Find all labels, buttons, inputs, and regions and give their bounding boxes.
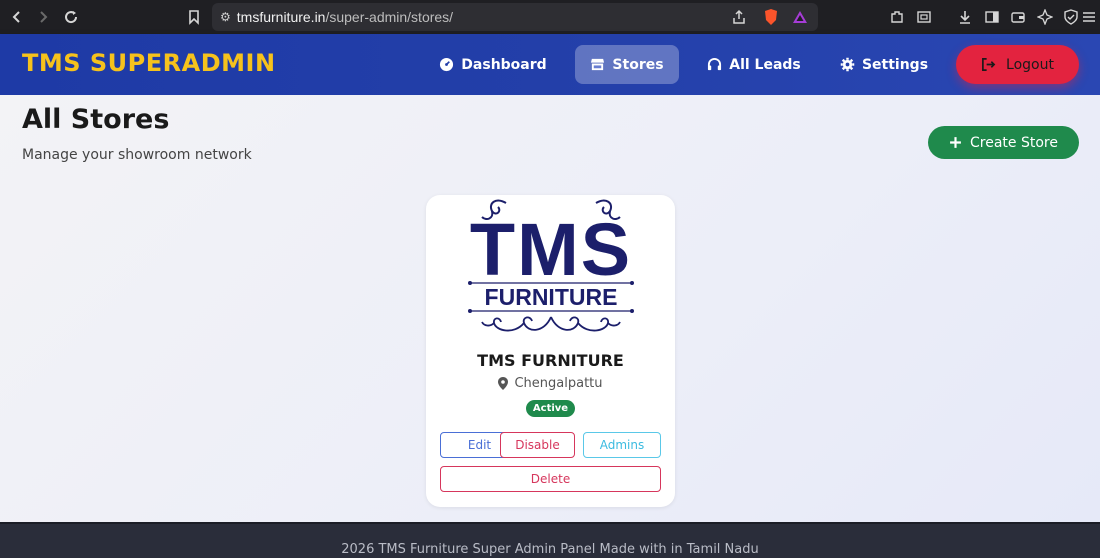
- nav-stores-label: Stores: [612, 56, 664, 73]
- bookmark-icon[interactable]: [183, 6, 205, 28]
- logout-button[interactable]: Logout: [956, 45, 1079, 84]
- wallet-icon[interactable]: [1007, 6, 1029, 28]
- map-pin-icon: [498, 377, 509, 390]
- reader-icon[interactable]: [913, 6, 935, 28]
- store-name: TMS FURNITURE: [477, 351, 624, 370]
- sidebar-icon[interactable]: [981, 6, 1003, 28]
- nav-all-leads-label: All Leads: [729, 56, 801, 73]
- create-store-button[interactable]: Create Store: [928, 126, 1079, 159]
- brave-rewards-icon[interactable]: [789, 6, 811, 28]
- store-logo: TMS FURNITURE: [468, 199, 634, 332]
- gauge-icon: [440, 57, 454, 72]
- logout-icon: [982, 58, 996, 71]
- app-navbar: TMS SUPERADMIN Dashboard Stores All Lead…: [0, 34, 1100, 95]
- share-icon[interactable]: [728, 6, 750, 28]
- create-store-label: Create Store: [970, 134, 1058, 151]
- store-location: Chengalpattu: [426, 376, 675, 391]
- reload-icon[interactable]: [60, 6, 82, 28]
- headset-icon: [708, 58, 722, 71]
- plus-icon: [950, 137, 961, 148]
- logout-label: Logout: [1006, 56, 1054, 73]
- store-location-text: Chengalpattu: [514, 376, 603, 391]
- menu-icon[interactable]: [1082, 6, 1096, 28]
- disable-button[interactable]: Disable: [500, 432, 575, 458]
- logo-tms-text: TMS: [470, 208, 632, 291]
- vpn-icon[interactable]: [1060, 6, 1082, 28]
- site-info-icon[interactable]: ⚙: [220, 10, 231, 24]
- status-badge: Active: [526, 400, 575, 417]
- url-text: tmsfurniture.in/super-admin/stores/: [236, 9, 454, 25]
- nav-settings-label: Settings: [861, 56, 929, 73]
- page-title: All Stores: [22, 104, 170, 135]
- delete-button[interactable]: Delete: [440, 466, 661, 492]
- page-subtitle: Manage your showroom network: [22, 147, 252, 163]
- store-card: TMS FURNITURE TMS FURNITURE Chengalpattu…: [426, 195, 675, 507]
- leo-ai-icon[interactable]: [1034, 6, 1056, 28]
- nav-all-leads[interactable]: All Leads: [704, 45, 804, 84]
- back-icon[interactable]: [6, 6, 28, 28]
- gear-icon: [840, 57, 855, 72]
- admins-button[interactable]: Admins: [583, 432, 661, 458]
- store-icon: [591, 58, 605, 71]
- download-icon[interactable]: [954, 6, 976, 28]
- nav-dashboard[interactable]: Dashboard: [436, 45, 550, 84]
- forward-icon[interactable]: [32, 6, 54, 28]
- nav-settings[interactable]: Settings: [836, 45, 932, 84]
- footer-text: 2026 TMS Furniture Super Admin Panel Mad…: [341, 542, 759, 557]
- logo-furniture-text: FURNITURE: [485, 284, 618, 310]
- browser-toolbar: ⚙ tmsfurniture.in/super-admin/stores/: [0, 0, 1100, 34]
- page-footer: 2026 TMS Furniture Super Admin Panel Mad…: [0, 522, 1100, 558]
- brand-logo[interactable]: TMS SUPERADMIN: [22, 49, 276, 77]
- extensions-icon[interactable]: [886, 6, 908, 28]
- main-content: All Stores Manage your showroom network …: [0, 95, 1100, 522]
- nav-stores[interactable]: Stores: [575, 45, 679, 84]
- brave-shield-icon[interactable]: [760, 6, 782, 28]
- nav-dashboard-label: Dashboard: [461, 56, 547, 73]
